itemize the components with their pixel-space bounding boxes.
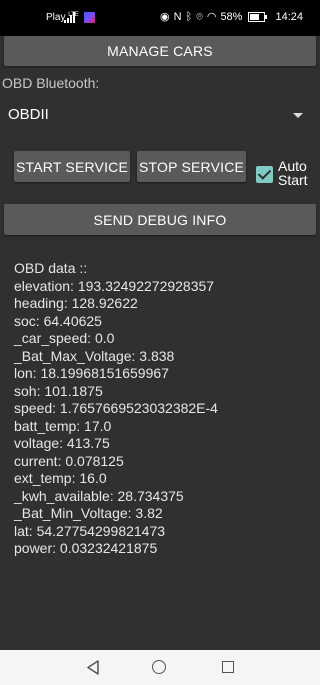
back-icon[interactable] — [86, 660, 100, 675]
status-bar: Play LTE ◉ N ᛒ ⌾ ◠ 58% 14:24 — [0, 0, 320, 36]
obd-data-line: lat: 54.27754299821473 — [14, 522, 166, 539]
nfc-icon: N — [173, 11, 182, 23]
obd-device-selected: OBDII — [8, 106, 49, 123]
clock: 14:24 — [275, 11, 303, 23]
dropdown-arrow-icon — [293, 113, 303, 118]
auto-start-label[interactable]: Auto Start — [278, 159, 320, 189]
obd-bluetooth-label: OBD Bluetooth: — [2, 75, 100, 91]
battery-icon — [248, 12, 268, 22]
signal-icon — [64, 12, 76, 23]
obd-data-line: _kwh_available: 28.734375 — [14, 487, 184, 504]
obd-data-line: ext_temp: 16.0 — [14, 470, 107, 486]
obd-data-line: elevation: 193.32492272928357 — [14, 277, 215, 294]
auto-start-checkbox[interactable] — [256, 166, 273, 183]
obd-data-line: soc: 64.40625 — [14, 312, 102, 329]
obd-data-header: OBD data :: — [14, 260, 88, 276]
obd-data-line: _car_speed: 0.0 — [14, 330, 115, 346]
app-notification-icon — [84, 12, 95, 23]
obd-data-line: speed: 1.7657669523032382E-4 — [14, 400, 218, 416]
eye-icon: ◉ — [160, 11, 170, 23]
obd-data-line: batt_temp: 17.0 — [14, 417, 112, 434]
navigation-bar — [0, 650, 320, 685]
start-service-button[interactable]: START SERVICE — [14, 151, 130, 182]
home-icon[interactable] — [152, 660, 166, 674]
obd-data-line: power: 0.03232421875 — [14, 540, 158, 556]
obd-data-line: current: 0.078125 — [14, 452, 124, 469]
obd-data-panel: OBD data :: elevation: 193.3249227292835… — [14, 260, 218, 558]
wifi-icon: ◠ — [206, 11, 217, 23]
stop-service-button[interactable]: STOP SERVICE — [137, 151, 246, 182]
manage-cars-button[interactable]: MANAGE CARS — [4, 36, 316, 66]
location-icon: ⌾ — [196, 11, 203, 23]
obd-data-line: voltage: 413.75 — [14, 435, 110, 451]
send-debug-info-button[interactable]: SEND DEBUG INFO — [4, 204, 316, 235]
obd-data-line: soh: 101.1875 — [14, 382, 103, 399]
obd-data-line: _Bat_Max_Voltage: 3.838 — [14, 347, 175, 364]
obd-data-line: heading: 128.92622 — [14, 295, 138, 311]
recent-apps-icon[interactable] — [222, 661, 234, 673]
obd-device-dropdown[interactable]: OBDII — [0, 96, 320, 134]
battery-percent: 58% — [220, 11, 243, 23]
bluetooth-icon: ᛒ — [185, 11, 193, 23]
obd-data-line: lon: 18.19968151659967 — [14, 365, 169, 381]
obd-data-line: _Bat_Min_Voltage: 3.82 — [14, 505, 163, 521]
